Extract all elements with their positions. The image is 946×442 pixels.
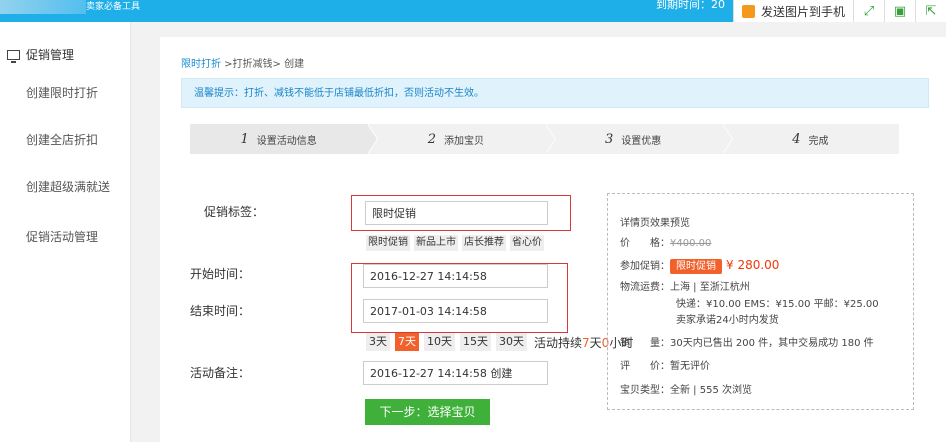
preview-shipping-fees: 快递：¥10.00 EMS：¥15.00 平邮：¥25.00 — [676, 299, 879, 310]
end-time-input[interactable]: 2017-01-03 14:14:58 — [363, 299, 548, 323]
day-option-10[interactable]: 10天 — [424, 333, 455, 351]
next-step-button[interactable]: 下一步：选择宝贝 — [365, 399, 490, 425]
preview-price-row: 价 格：¥400.00 — [620, 238, 712, 249]
preview-sales-row: 销 量：30天内已售出 200 件，其中交易成功 180 件 — [620, 338, 874, 349]
day-option-7[interactable]: 7天 — [395, 333, 419, 351]
duration-options: 3天 7天 10天 15天 30天 活动持续7天0小时 — [366, 333, 633, 351]
breadcrumb-link[interactable]: 限时打折 — [181, 59, 221, 70]
sidebar-item-flash-discount[interactable]: 创建限时打折 — [26, 84, 98, 101]
end-time-label: 结束时间： — [190, 304, 251, 318]
step-2: 2 添加宝贝 — [367, 124, 556, 154]
step-indicator: 1 设置活动信息 2 添加宝贝 3 设置优惠 4 完成 — [190, 124, 899, 154]
step-3: 3 设置优惠 — [544, 124, 733, 154]
tag-input[interactable]: 限时促销 — [365, 201, 548, 225]
preview-shipping-row: 物流运费：上海 | 至浙江杭州 — [620, 282, 750, 293]
preview-promo-row: 参加促销： 限时促销 ¥ 280.00 — [620, 258, 780, 274]
step-number: 4 — [792, 131, 801, 147]
tag-option[interactable]: 店长推荐 — [462, 235, 506, 251]
tag-option[interactable]: 限时促销 — [366, 235, 410, 251]
breadcrumb-rest: >打折减钱> 创建 — [221, 59, 305, 70]
phone-send-icon — [741, 4, 755, 18]
promo-badge: 限时促销 — [670, 259, 722, 274]
step-label: 设置活动信息 — [256, 135, 317, 147]
topbar-actions: 到期时间：20 发送图片到手机 ⤢ ▣ ⇱ — [656, 0, 946, 22]
top-bar: 卖家必备工具 到期时间：20 发送图片到手机 ⤢ ▣ ⇱ — [0, 0, 946, 22]
save-icon[interactable]: ▣ — [884, 0, 915, 22]
monitor-icon — [7, 49, 20, 63]
tag-options: 限时促销 新品上市 店长推荐 省心价 — [366, 235, 544, 251]
tag-option[interactable]: 省心价 — [510, 235, 544, 251]
expand-icon[interactable]: ⤢ — [853, 0, 884, 22]
logo — [0, 0, 86, 14]
preview-shipping-promise: 卖家承诺24小时内发货 — [676, 315, 779, 326]
sidebar-heading-label: 促销管理 — [26, 48, 75, 62]
sidebar-item-store-discount[interactable]: 创建全店折扣 — [26, 131, 98, 148]
day-option-3[interactable]: 3天 — [366, 333, 390, 351]
step-number: 1 — [240, 131, 249, 147]
step-label: 设置优惠 — [621, 135, 662, 147]
start-time-label: 开始时间： — [190, 267, 251, 281]
step-1: 1 设置活动信息 — [190, 124, 379, 154]
logo-text: 卖家必备工具 — [86, 2, 141, 12]
expire-time: 到期时间：20 — [655, 0, 725, 11]
send-to-phone-button[interactable]: 发送图片到手机 — [732, 0, 853, 22]
step-label: 完成 — [808, 135, 829, 147]
preview-type-row: 宝贝类型：全新 | 555 次浏览 — [620, 385, 752, 396]
tag-label: 促销标签： — [204, 205, 265, 219]
sidebar: 促销管理 创建限时打折 创建全店折扣 创建超级满就送 促销活动管理 — [0, 22, 131, 442]
step-label: 添加宝贝 — [444, 135, 485, 147]
sidebar-item-manage[interactable]: 促销活动管理 — [26, 228, 98, 245]
preview-title: 详情页效果预览 — [620, 218, 690, 229]
tag-option[interactable]: 新品上市 — [414, 235, 458, 251]
remark-input[interactable]: 2016-12-27 14:14:58 创建 — [363, 361, 548, 385]
notice-bar: 温馨提示：打折、减钱不能低于店铺最低折扣，否则活动不生效。 — [181, 78, 929, 108]
step-4: 4 完成 — [721, 124, 899, 154]
sidebar-item-super-gift[interactable]: 创建超级满就送 — [26, 178, 110, 195]
share-icon[interactable]: ⇱ — [915, 0, 946, 22]
main-panel: 限时打折 >打折减钱> 创建 温馨提示：打折、减钱不能低于店铺最低折扣，否则活动… — [160, 37, 946, 442]
detail-preview: 详情页效果预览 价 格：¥400.00 参加促销： 限时促销 ¥ 280.00 物流… — [607, 193, 914, 410]
send-to-phone-label: 发送图片到手机 — [760, 4, 845, 19]
day-option-15[interactable]: 15天 — [460, 333, 491, 351]
step-number: 3 — [604, 131, 614, 147]
breadcrumb: 限时打折 >打折减钱> 创建 — [181, 55, 304, 70]
day-option-30[interactable]: 30天 — [496, 333, 527, 351]
preview-review-row: 评 价：暂无评价 — [620, 361, 710, 372]
step-number: 2 — [427, 131, 437, 147]
sidebar-heading: 促销管理 — [7, 46, 74, 63]
start-time-input[interactable]: 2016-12-27 14:14:58 — [363, 264, 548, 288]
remark-label: 活动备注： — [190, 366, 251, 380]
